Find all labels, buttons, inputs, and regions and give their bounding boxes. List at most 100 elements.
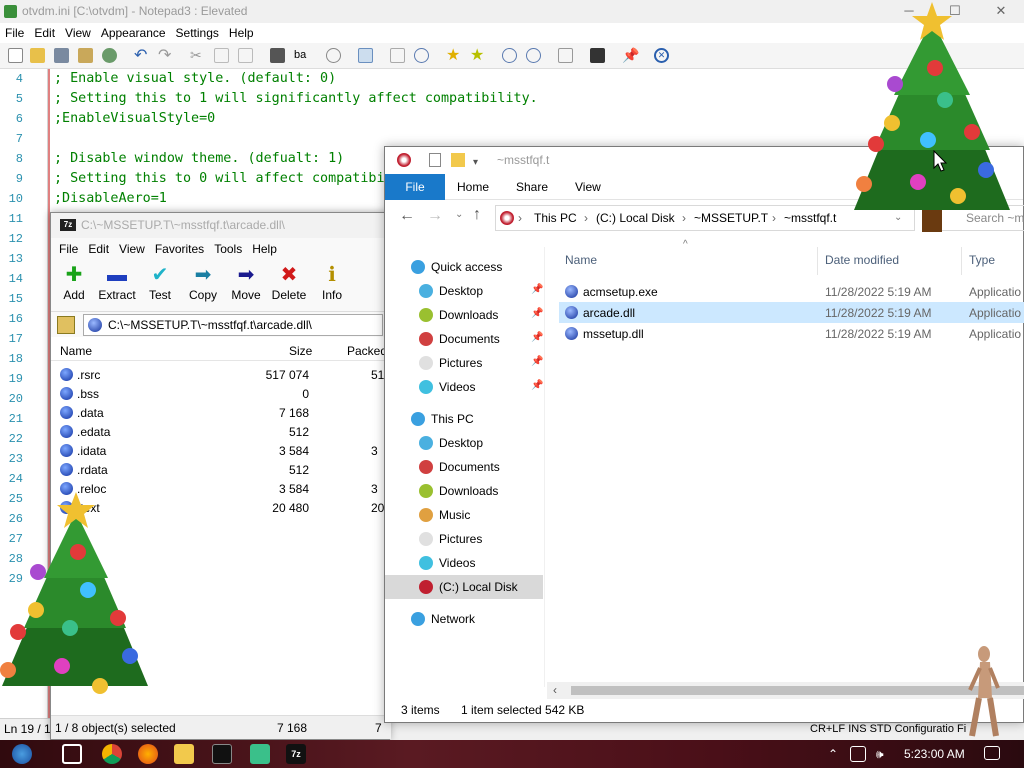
- code-line[interactable]: ; Setting this to 1 will significantly a…: [54, 91, 538, 106]
- menu-file[interactable]: File: [0, 23, 29, 43]
- zip-menu-tools[interactable]: Tools: [209, 238, 247, 261]
- properties-icon[interactable]: [429, 153, 441, 167]
- toolbar-info-button[interactable]: ℹ Info: [309, 263, 355, 302]
- toolbar-move-button[interactable]: ➡ Move: [223, 263, 269, 302]
- nav-item-downloads[interactable]: Downloads: [385, 479, 543, 503]
- scheme-icon[interactable]: [558, 48, 573, 63]
- code-line[interactable]: ;DisableAero=1: [54, 191, 167, 206]
- 7zip-icon[interactable]: 7z: [286, 744, 306, 764]
- search-icon[interactable]: [414, 48, 429, 63]
- notepad3-icon[interactable]: [250, 744, 270, 764]
- save-icon[interactable]: [54, 48, 69, 63]
- recent-dropdown-icon[interactable]: ⌄: [455, 209, 463, 220]
- star-icon[interactable]: ★: [446, 48, 461, 64]
- exit-icon[interactable]: ✕: [654, 48, 669, 63]
- breadcrumb-mssetup[interactable]: ~MSSETUP.T: [694, 206, 768, 230]
- task-view-icon[interactable]: [62, 744, 82, 764]
- zoom-in-icon[interactable]: [502, 48, 517, 63]
- zoom-icon[interactable]: [390, 48, 405, 63]
- menu-view[interactable]: View: [60, 23, 96, 43]
- code-line[interactable]: ; Disable window theme. (defualt: 1): [54, 151, 344, 166]
- toolbar-test-button[interactable]: ✔ Test: [137, 263, 183, 302]
- word-wrap-icon[interactable]: [358, 48, 373, 63]
- star-add-icon[interactable]: ★: [470, 48, 485, 64]
- open-icon[interactable]: [30, 48, 45, 63]
- menu-edit[interactable]: Edit: [29, 23, 60, 43]
- code-line[interactable]: ; Enable visual style. (default: 0): [54, 71, 336, 86]
- zip-menu-edit[interactable]: Edit: [83, 238, 114, 261]
- file-explorer-icon[interactable]: [174, 744, 194, 764]
- nav-item-desktop[interactable]: Desktop: [385, 431, 543, 455]
- zip-path-input[interactable]: C:\~MSSETUP.T\~msstfqf.t\arcade.dll\: [83, 314, 383, 336]
- table-row[interactable]: .bss 0: [51, 384, 391, 403]
- col-name[interactable]: Name: [565, 253, 597, 267]
- paste-icon[interactable]: [238, 48, 253, 63]
- code-line[interactable]: ;EnableVisualStyle=0: [54, 111, 215, 126]
- code-line[interactable]: ; Setting this to 0 will affect compatib…: [54, 171, 385, 186]
- nav-quick-access[interactable]: Quick access: [385, 255, 543, 279]
- col-date-modified[interactable]: Date modified: [825, 253, 899, 267]
- nav-item-desktop[interactable]: Desktop 📌: [385, 279, 543, 303]
- new-icon[interactable]: [8, 48, 23, 63]
- up-folder-icon[interactable]: [57, 316, 75, 334]
- table-row[interactable]: .data 7 168: [51, 403, 391, 422]
- zip-menu-view[interactable]: View: [114, 238, 150, 261]
- menu-help[interactable]: Help: [224, 23, 259, 43]
- clock[interactable]: 5:23:00 AM: [904, 740, 965, 768]
- zip-col-name[interactable]: Name: [60, 344, 92, 358]
- volume-icon[interactable]: 🕪: [876, 740, 884, 768]
- cut-icon[interactable]: ✂: [190, 48, 205, 63]
- nav-item-downloads[interactable]: Downloads 📌: [385, 303, 543, 327]
- toolbar-delete-button[interactable]: ✖ Delete: [266, 263, 312, 302]
- ribbon-tab-home[interactable]: Home: [457, 174, 489, 200]
- nav-item-videos[interactable]: Videos 📌: [385, 375, 543, 399]
- replace-icon[interactable]: ba: [294, 48, 309, 63]
- breadcrumb-msstfqf[interactable]: ~msstfqf.t: [784, 206, 836, 230]
- column-divider[interactable]: [961, 247, 962, 275]
- toolbar-extract-button[interactable]: ▬ Extract: [94, 263, 140, 302]
- terminal-icon[interactable]: [212, 744, 232, 764]
- toolbar-add-button[interactable]: ✚ Add: [51, 263, 97, 302]
- up-arrow-icon[interactable]: ↑: [473, 206, 481, 224]
- file-row[interactable]: arcade.dll 11/28/2022 5:19 AM Applicatio: [559, 302, 1024, 323]
- new-folder-icon[interactable]: [451, 153, 465, 167]
- breadcrumb-local-disk[interactable]: (C:) Local Disk: [596, 206, 675, 230]
- show-hidden-icons[interactable]: ⌃: [828, 740, 838, 768]
- copy-icon[interactable]: [214, 48, 229, 63]
- file-row[interactable]: acmsetup.exe 11/28/2022 5:19 AM Applicatio: [559, 281, 1024, 302]
- breadcrumb-this-pc[interactable]: This PC: [534, 206, 577, 230]
- pin-icon[interactable]: 📌: [622, 48, 639, 63]
- forward-arrow-icon[interactable]: →: [427, 207, 443, 225]
- zip-col-size[interactable]: Size: [289, 344, 312, 358]
- file-row[interactable]: mssetup.dll 11/28/2022 5:19 AM Applicatio: [559, 323, 1024, 344]
- column-divider[interactable]: [817, 247, 818, 275]
- ribbon-tab-share[interactable]: Share: [516, 174, 548, 200]
- nav-item-videos[interactable]: Videos: [385, 551, 543, 575]
- ribbon-tab-view[interactable]: View: [575, 174, 601, 200]
- zoom-out-icon[interactable]: [526, 48, 541, 63]
- zip-menu-help[interactable]: Help: [247, 238, 282, 261]
- back-arrow-icon[interactable]: ←: [399, 207, 415, 225]
- start-button[interactable]: [12, 744, 32, 764]
- toolbar-copy-button[interactable]: ➡ Copy: [180, 263, 226, 302]
- nav-item--c-local-disk[interactable]: (C:) Local Disk: [385, 575, 543, 599]
- zip-menu-file[interactable]: File: [54, 238, 83, 261]
- zip-col-packed[interactable]: Packed: [347, 344, 387, 358]
- goto-icon[interactable]: [326, 48, 341, 63]
- quick-access-dropdown-icon[interactable]: ▾: [473, 149, 478, 176]
- firefox-icon[interactable]: [138, 744, 158, 764]
- network-icon[interactable]: [850, 746, 866, 762]
- scroll-thumb[interactable]: [571, 686, 1024, 695]
- col-type[interactable]: Type: [969, 253, 995, 267]
- table-row[interactable]: .rdata 512: [51, 460, 391, 479]
- nav-item-pictures[interactable]: Pictures 📌: [385, 351, 543, 375]
- nav-this-pc[interactable]: This PC: [385, 407, 543, 431]
- find-icon[interactable]: [270, 48, 285, 63]
- save-as-icon[interactable]: [78, 48, 93, 63]
- table-row[interactable]: .idata 3 584 3: [51, 441, 391, 460]
- menu-settings[interactable]: Settings: [171, 23, 224, 43]
- scroll-left-icon[interactable]: ‹: [553, 682, 557, 699]
- zip-menu-favorites[interactable]: Favorites: [150, 238, 209, 261]
- refresh-icon[interactable]: [102, 48, 117, 63]
- nav-item-music[interactable]: Music: [385, 503, 543, 527]
